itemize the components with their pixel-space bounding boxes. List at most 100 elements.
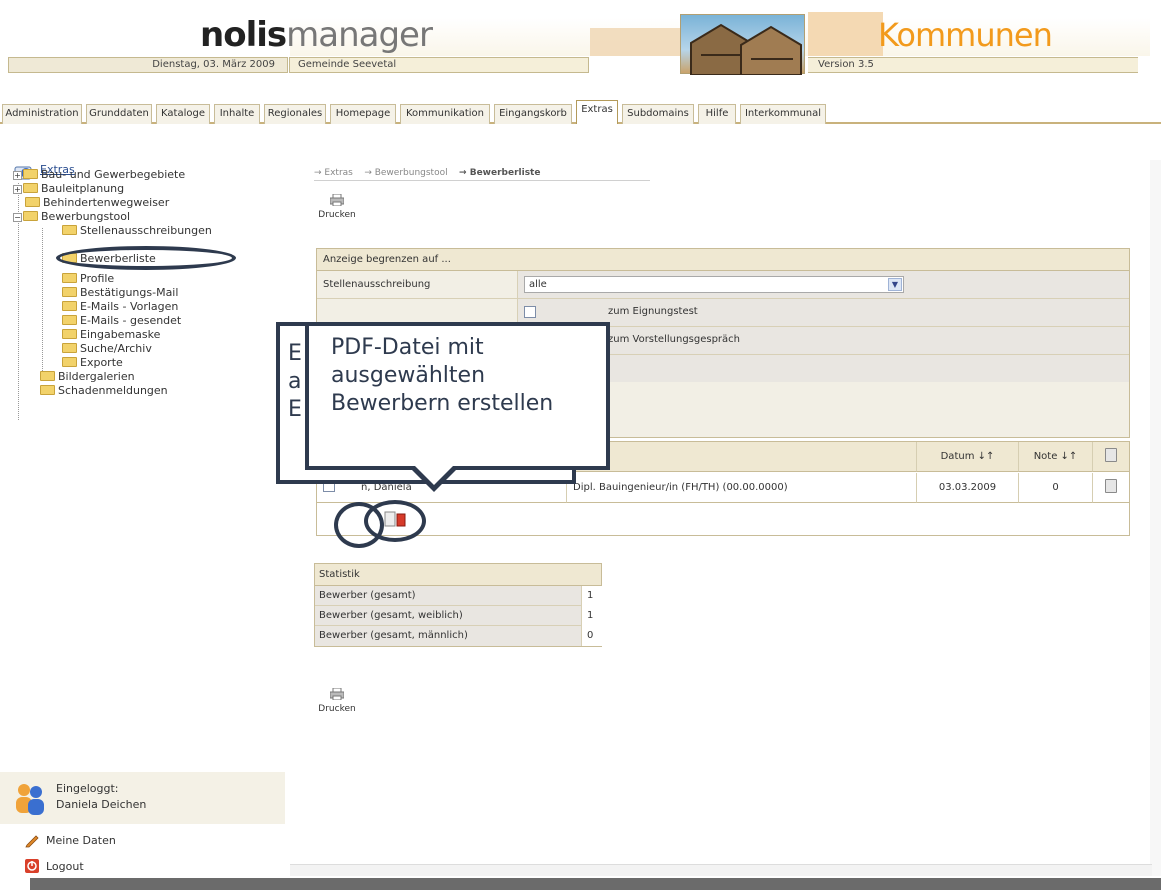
tree-item-profile[interactable]: Profile (62, 272, 114, 286)
stats-value: 0 (581, 626, 602, 646)
print-label: Drucken (318, 210, 356, 220)
eignungstest-label: zum Eignungstest (608, 306, 698, 317)
tree-item-emails-gesendet[interactable]: E-Mails - gesendet (62, 314, 181, 328)
trash-icon[interactable] (1105, 448, 1117, 462)
tab-regionales[interactable]: Regionales (264, 104, 326, 124)
tree-item-bauleitplanung[interactable]: + Bauleitplanung (13, 182, 124, 196)
tree-item-suche-archiv[interactable]: Suche/Archiv (62, 342, 152, 356)
login-label: Eingeloggt: (56, 782, 119, 795)
stats-row: Bewerber (gesamt, weiblich) 1 (315, 606, 602, 626)
breadcrumb-extras[interactable]: → Extras (314, 168, 353, 178)
stats-label: Bewerber (gesamt) (319, 590, 416, 601)
folder-icon (62, 287, 77, 297)
folder-icon (62, 343, 77, 353)
print-label: Drucken (318, 704, 356, 714)
tree-item-bau-gewerbegebiete[interactable]: + Bau- und Gewerbegebiete (13, 168, 185, 182)
filter-title: Anzeige begrenzen auf ... (317, 249, 1129, 271)
version-label: Version 3.5 (808, 57, 1138, 73)
highlight-ring-right (364, 500, 426, 542)
tab-grunddaten[interactable]: Grunddaten (86, 104, 152, 124)
filter-job-value: alle ▼ (517, 271, 1129, 298)
power-icon (25, 859, 39, 873)
breadcrumb-bewerbungstool[interactable]: → Bewerbungstool (364, 168, 447, 178)
col-header-position (567, 442, 917, 472)
vorstellung-label: zum Vorstellungsgespräch (608, 334, 741, 345)
header-image-left (590, 28, 680, 56)
tab-administration[interactable]: Administration (2, 104, 82, 124)
tree-item-bewerbungstool[interactable]: − Bewerbungstool (13, 210, 130, 224)
tree-item-label: Bewerbungstool (41, 210, 131, 223)
folder-icon (40, 385, 55, 395)
logout-label: Logout (46, 860, 84, 873)
job-select-value: alle (529, 279, 547, 290)
tab-kommunikation[interactable]: Kommunikation (400, 104, 490, 124)
tab-interkommunal[interactable]: Interkommunal (740, 104, 826, 124)
callout-tooltip: PDF-Datei mit ausgewählten Bewerbern ers… (305, 322, 610, 470)
trash-icon[interactable] (1105, 479, 1117, 493)
horizontal-scrollbar[interactable] (290, 864, 1152, 876)
tab-subdomains[interactable]: Subdomains (622, 104, 694, 124)
callout-tail-inner (413, 464, 455, 485)
folder-icon (40, 371, 55, 381)
tree-item-label: Exporte (80, 356, 123, 369)
my-data-link[interactable]: Meine Daten (24, 832, 116, 848)
tab-kataloge[interactable]: Kataloge (156, 104, 210, 124)
folder-icon (62, 225, 77, 235)
breadcrumb: → Extras → Bewerbungstool → Bewerberlist… (314, 168, 540, 178)
folder-icon (62, 273, 77, 283)
expand-icon[interactable]: + (13, 185, 22, 194)
job-select[interactable]: alle ▼ (524, 276, 904, 293)
stats-row: Bewerber (gesamt) 1 (315, 586, 602, 606)
tree-item-emails-vorlagen[interactable]: E-Mails - Vorlagen (62, 300, 178, 314)
vertical-scrollbar[interactable] (1150, 160, 1161, 876)
tree-item-exporte[interactable]: Exporte (62, 356, 123, 370)
tree-item-label: Bauleitplanung (41, 182, 125, 195)
callout-back-text: E a E (288, 341, 302, 422)
breadcrumb-bewerberliste: → Bewerberliste (459, 168, 541, 178)
folder-icon (23, 183, 38, 193)
tab-hilfe[interactable]: Hilfe (698, 104, 736, 124)
print-button-bottom[interactable]: Drucken (312, 684, 362, 724)
row-date: 03.03.2009 (917, 473, 1019, 503)
header-image-house (680, 14, 805, 75)
tree-item-bestaetigungs-mail[interactable]: Bestätigungs-Mail (62, 286, 178, 300)
tree-item-label: Profile (80, 272, 115, 285)
tree-item-stellenausschreibungen[interactable]: Stellenausschreibungen (62, 224, 212, 238)
my-data-label: Meine Daten (46, 834, 116, 847)
col-header-note[interactable]: Note ↓↑ (1019, 442, 1093, 472)
eignungstest-checkbox[interactable] (524, 306, 536, 318)
tree-item-label: Behindertenwegweiser (43, 196, 170, 209)
main-tabs: Administration Grunddaten Kataloge Inhal… (0, 100, 1161, 124)
stats-label: Bewerber (gesamt, männlich) (319, 630, 468, 641)
statistics-table: Statistik Bewerber (gesamt) 1 Bewerber (g… (314, 563, 602, 647)
logout-link[interactable]: Logout (24, 858, 84, 874)
tree-item-label: Bestätigungs-Mail (80, 286, 179, 299)
expand-icon[interactable]: + (13, 171, 22, 180)
tree-item-schadenmeldungen[interactable]: Schadenmeldungen (40, 384, 168, 398)
tab-inhalte[interactable]: Inhalte (214, 104, 260, 124)
stats-title: Statistik (315, 564, 601, 586)
printer-icon (330, 194, 344, 206)
folder-icon (62, 315, 77, 325)
tree-item-label: Stellenausschreibungen (80, 224, 212, 237)
tree-item-label: Suche/Archiv (80, 342, 152, 355)
tab-extras[interactable]: Extras (576, 100, 618, 124)
tree-item-label: Bildergalerien (58, 370, 135, 383)
tab-homepage[interactable]: Homepage (330, 104, 396, 124)
tree-item-label: E-Mails - gesendet (80, 314, 182, 327)
filter-job-label: Stellenausschreibung (323, 279, 431, 290)
bottom-bar (30, 878, 1161, 890)
collapse-icon[interactable]: − (13, 213, 22, 222)
callout-text: PDF-Datei mit ausgewählten Bewerbern ers… (331, 335, 554, 416)
chevron-down-icon[interactable]: ▼ (888, 278, 902, 291)
sidebar: Extras + Bau- und Gewerbegebiete + Bauleit… (0, 128, 285, 876)
stats-label: Bewerber (gesamt, weiblich) (319, 610, 463, 621)
tab-eingangskorb[interactable]: Eingangskorb (494, 104, 572, 124)
app-header: nolismanager Kommunen Dienstag, 03. März… (0, 0, 1161, 90)
tree-item-bildergalerien[interactable]: Bildergalerien (40, 370, 135, 384)
tree-item-eingabemaske[interactable]: Eingabemaske (62, 328, 160, 342)
col-header-datum[interactable]: Datum ↓↑ (917, 442, 1019, 472)
print-button-top[interactable]: Drucken (312, 190, 362, 230)
filter-row-job: Stellenausschreibung alle ▼ (317, 271, 1129, 299)
tree-item-behindertenwegweiser[interactable]: Behindertenwegweiser (25, 196, 169, 210)
